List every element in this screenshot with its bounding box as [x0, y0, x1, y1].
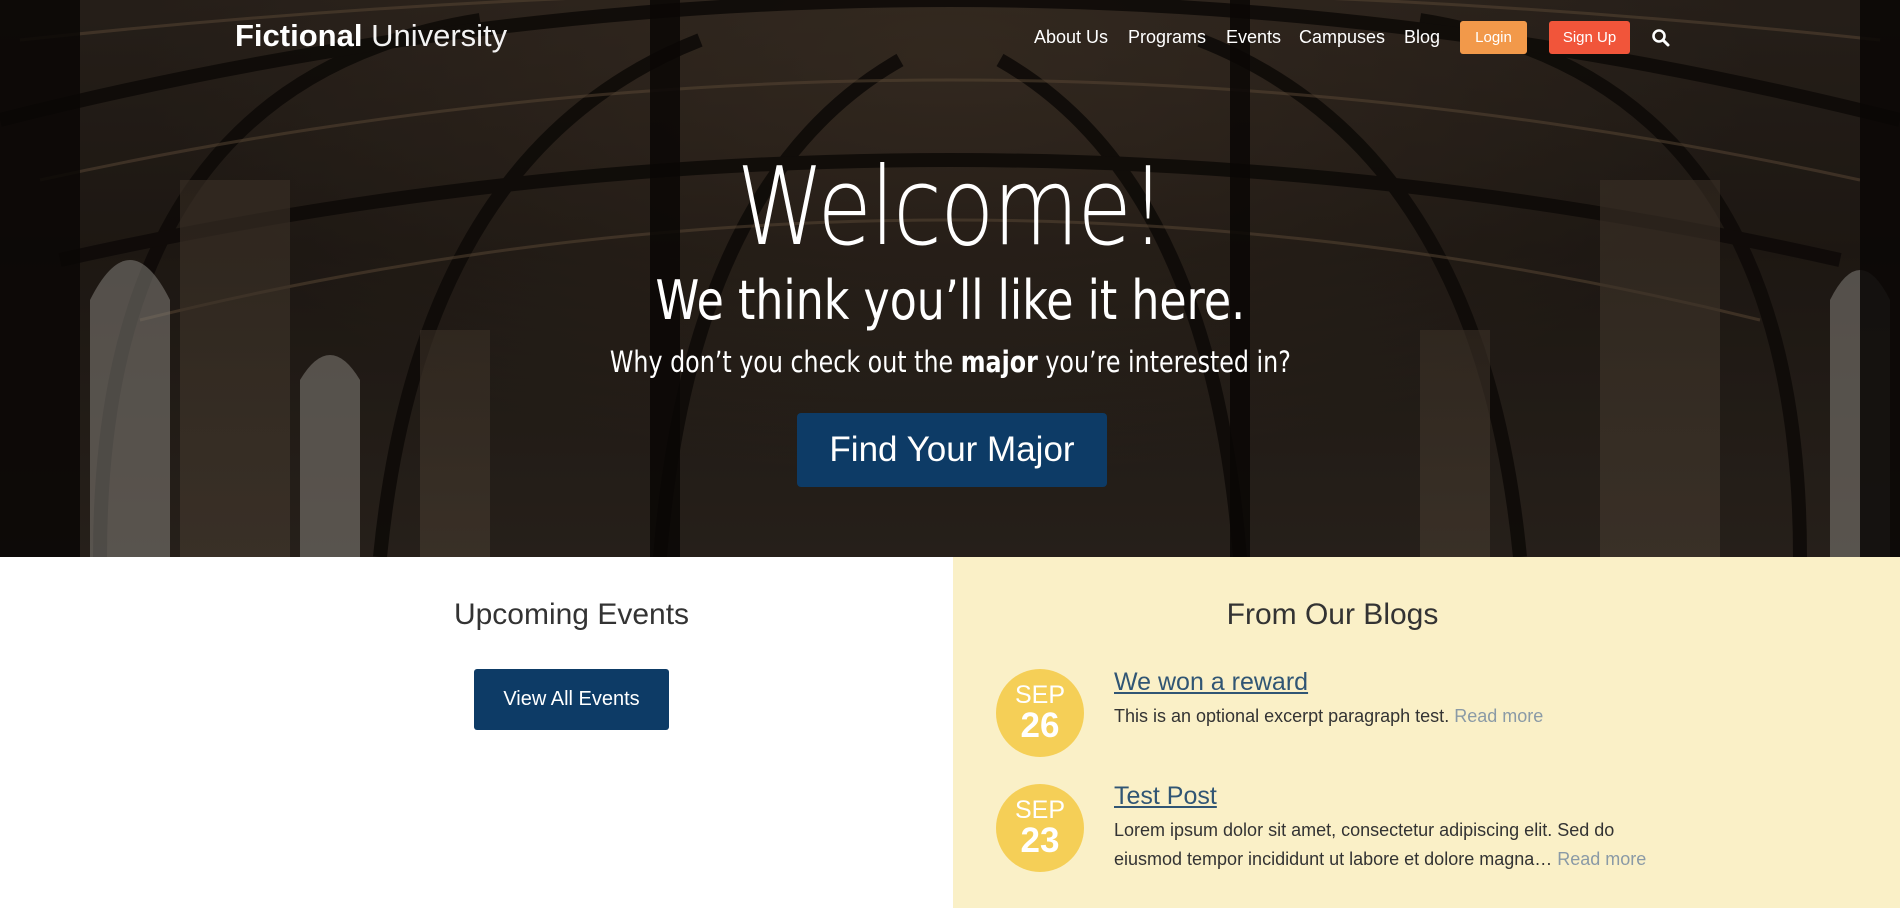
tagline-after: you’re interested in? — [1037, 345, 1291, 379]
post-title-link[interactable]: Test Post — [1114, 782, 1217, 811]
signup-button[interactable]: Sign Up — [1549, 21, 1630, 54]
post-title-link[interactable]: We won a reward — [1114, 668, 1308, 697]
nav-events[interactable]: Events — [1226, 27, 1281, 48]
post-date-month: SEP — [1014, 796, 1066, 824]
logo-light-text: University — [371, 18, 508, 53]
post-excerpt-text: Lorem ipsum dolor sit amet, consectetur … — [1114, 820, 1615, 869]
post-date-day: 26 — [1020, 706, 1060, 745]
post-date-badge: SEP 26 — [996, 669, 1084, 757]
events-title: Upcoming Events — [453, 598, 690, 631]
post-excerpt: This is an optional excerpt paragraph te… — [1114, 702, 1674, 731]
nav-programs[interactable]: Programs — [1128, 27, 1206, 48]
read-more-link[interactable]: Read more — [1454, 706, 1543, 726]
blogs-title: From Our Blogs — [1226, 598, 1439, 631]
search-icon[interactable] — [1651, 28, 1671, 48]
post-excerpt-text: This is an optional excerpt paragraph te… — [1114, 706, 1450, 726]
tagline-bold: major — [960, 345, 1038, 379]
tagline-before: Why don’t you check out the — [609, 345, 961, 379]
read-more-link[interactable]: Read more — [1557, 849, 1646, 869]
nav-about-us[interactable]: About Us — [1034, 27, 1108, 48]
login-button[interactable]: Login — [1460, 21, 1527, 54]
nav-blog[interactable]: Blog — [1404, 27, 1440, 48]
logo-bold-text: Fictional — [235, 18, 363, 53]
hero-tagline: Why don’t you check out the major you’re… — [171, 345, 1729, 379]
hero-title: Welcome! — [736, 145, 1166, 270]
post-date-month: SEP — [1014, 681, 1066, 709]
post-excerpt: Lorem ipsum dolor sit amet, consectetur … — [1114, 816, 1674, 874]
site-logo[interactable]: Fictional University — [235, 18, 507, 54]
hero-subtitle: We think you’ll like it here. — [655, 269, 1246, 332]
nav-campuses[interactable]: Campuses — [1299, 27, 1385, 48]
post-date-badge: SEP 23 — [996, 784, 1084, 872]
view-all-events-button[interactable]: View All Events — [474, 669, 669, 730]
post-date-day: 23 — [1020, 821, 1060, 860]
find-your-major-button[interactable]: Find Your Major — [797, 413, 1107, 487]
